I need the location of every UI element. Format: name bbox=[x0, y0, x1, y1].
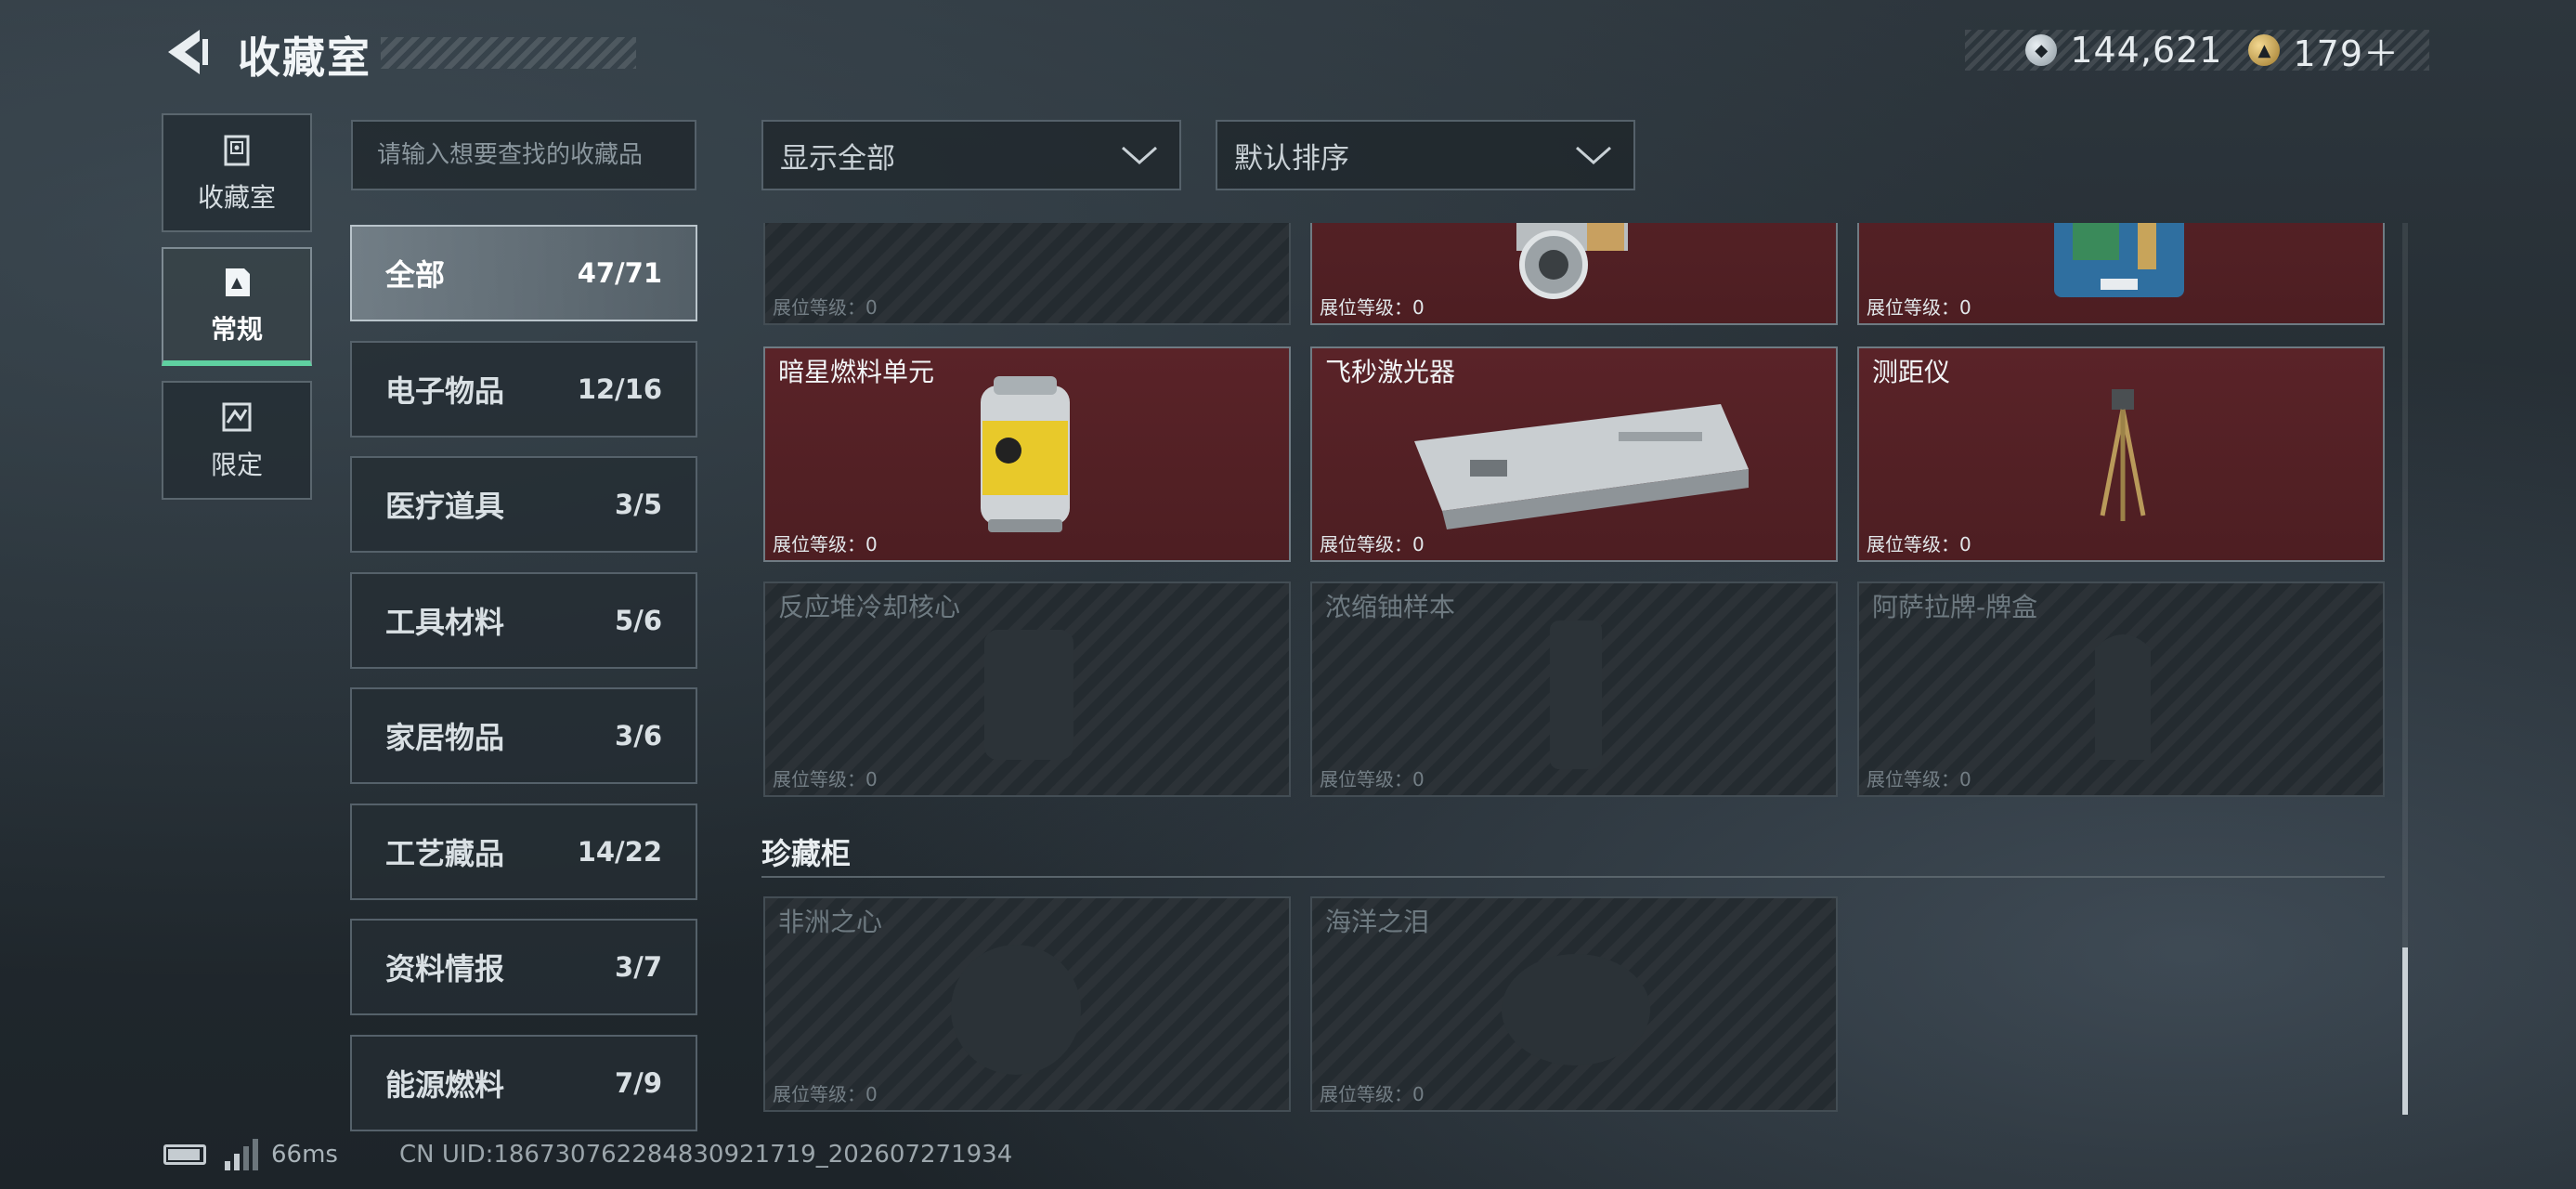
vault-icon bbox=[224, 135, 250, 166]
category-name: 工艺藏品 bbox=[385, 836, 505, 871]
collection-card[interactable]: 反应堆冷却核心 展位等级：0 bbox=[763, 581, 1291, 797]
ping-value: 66ms bbox=[271, 1141, 338, 1169]
category-name: 家居物品 bbox=[385, 720, 505, 755]
currency-gold-value[interactable]: 179＋ bbox=[2293, 25, 2400, 76]
category-count: 5/6 bbox=[615, 605, 662, 636]
currency-bar: ◆ 144,621 ▲ 179＋ bbox=[1965, 30, 2429, 74]
section-divider bbox=[761, 876, 2385, 878]
category-count: 47/71 bbox=[577, 257, 662, 289]
collection-card[interactable]: 非洲之心 展位等级：0 bbox=[763, 896, 1291, 1112]
collection-card[interactable]: 浓缩铀样本 展位等级：0 bbox=[1310, 581, 1838, 797]
user-uid: CN UID:18673076228483092171​9_2026072719… bbox=[399, 1141, 1013, 1169]
collection-card[interactable]: 展位等级：0 bbox=[1857, 223, 2385, 325]
collection-grid[interactable]: 展位等级：0 展位等级：0 展位等级：0 暗星燃料单元 展位等级：0 飞秒激光器… bbox=[761, 223, 2387, 1115]
signal-icon bbox=[225, 1139, 258, 1170]
category-household[interactable]: 家居物品 3/6 bbox=[350, 687, 697, 784]
category-count: 14/22 bbox=[577, 836, 662, 868]
card-level: 展位等级：0 bbox=[773, 296, 878, 319]
category-name: 全部 bbox=[385, 257, 446, 293]
sort-dropdown-value: 默认排序 bbox=[1234, 141, 1349, 176]
category-name: 能源燃料 bbox=[385, 1067, 505, 1103]
collection-card[interactable]: 暗星燃料单元 展位等级：0 bbox=[763, 346, 1291, 562]
page-title: 收藏室 bbox=[238, 33, 371, 83]
collection-card[interactable]: 测距仪 展位等级：0 bbox=[1857, 346, 2385, 562]
card-level: 展位等级：0 bbox=[773, 533, 878, 555]
card-level: 展位等级：0 bbox=[1867, 768, 1971, 790]
collection-card[interactable]: 展位等级：0 bbox=[1310, 223, 1838, 325]
nav-limited-label: 限定 bbox=[210, 450, 263, 480]
chevron-down-icon bbox=[1122, 146, 1157, 165]
search-input[interactable] bbox=[351, 120, 696, 190]
category-all[interactable]: 全部 47/71 bbox=[350, 225, 697, 321]
document-icon bbox=[226, 268, 250, 296]
category-count: 3/7 bbox=[615, 951, 662, 983]
title-decoration bbox=[381, 37, 636, 69]
category-electronics[interactable]: 电子物品 12/16 bbox=[350, 341, 697, 438]
scrollbar-thumb[interactable] bbox=[2402, 947, 2408, 1115]
card-level: 展位等级：0 bbox=[1867, 296, 1971, 319]
category-name: 电子物品 bbox=[385, 373, 505, 409]
category-energy[interactable]: 能源燃料 7/9 bbox=[350, 1035, 697, 1131]
category-medical[interactable]: 医疗道具 3/5 bbox=[350, 456, 697, 553]
card-level: 展位等级：0 bbox=[1867, 533, 1971, 555]
category-name: 工具材料 bbox=[385, 605, 505, 640]
card-level: 展位等级：0 bbox=[1320, 768, 1425, 790]
category-count: 12/16 bbox=[577, 373, 662, 405]
chevron-down-icon bbox=[1576, 146, 1611, 165]
silver-coin-icon: ◆ bbox=[2025, 34, 2058, 66]
collection-card[interactable]: 海洋之泪 展位等级：0 bbox=[1310, 896, 1838, 1112]
category-count: 3/5 bbox=[615, 489, 662, 520]
back-button[interactable] bbox=[163, 26, 213, 78]
nav-regular-label: 常规 bbox=[210, 314, 263, 345]
battery-icon bbox=[163, 1144, 206, 1165]
nav-vault-label: 收藏室 bbox=[197, 182, 276, 213]
card-level: 展位等级：0 bbox=[773, 1083, 878, 1105]
card-level: 展位等级：0 bbox=[1320, 1083, 1425, 1105]
card-level: 展位等级：0 bbox=[1320, 296, 1425, 319]
nav-regular[interactable]: 常规 bbox=[162, 247, 312, 366]
category-crafts[interactable]: 工艺藏品 14/22 bbox=[350, 804, 697, 900]
limited-icon bbox=[222, 402, 252, 432]
category-tools[interactable]: 工具材料 5/6 bbox=[350, 572, 697, 669]
category-intel[interactable]: 资料情报 3/7 bbox=[350, 919, 697, 1015]
currency-silver-value: 144,621 bbox=[2070, 30, 2223, 71]
collection-card[interactable]: 阿萨拉牌-牌盒 展位等级：0 bbox=[1857, 581, 2385, 797]
nav-vault[interactable]: 收藏室 bbox=[162, 113, 312, 232]
category-name: 资料情报 bbox=[385, 951, 505, 986]
sort-dropdown[interactable]: 默认排序 bbox=[1216, 120, 1635, 190]
collection-card[interactable]: 飞秒激光器 展位等级：0 bbox=[1310, 346, 1838, 562]
category-count: 7/9 bbox=[615, 1067, 662, 1099]
category-count: 3/6 bbox=[615, 720, 662, 751]
cabinet-section-title: 珍藏柜 bbox=[761, 836, 852, 871]
collection-card[interactable]: 展位等级：0 bbox=[763, 223, 1291, 325]
card-level: 展位等级：0 bbox=[1320, 533, 1425, 555]
card-level: 展位等级：0 bbox=[773, 768, 878, 790]
back-arrow-icon bbox=[168, 30, 208, 74]
nav-limited[interactable]: 限定 bbox=[162, 381, 312, 500]
gold-coin-icon[interactable]: ▲ bbox=[2248, 34, 2281, 66]
filter-dropdown-value: 显示全部 bbox=[780, 141, 895, 176]
filter-dropdown[interactable]: 显示全部 bbox=[761, 120, 1181, 190]
category-name: 医疗道具 bbox=[385, 489, 505, 524]
